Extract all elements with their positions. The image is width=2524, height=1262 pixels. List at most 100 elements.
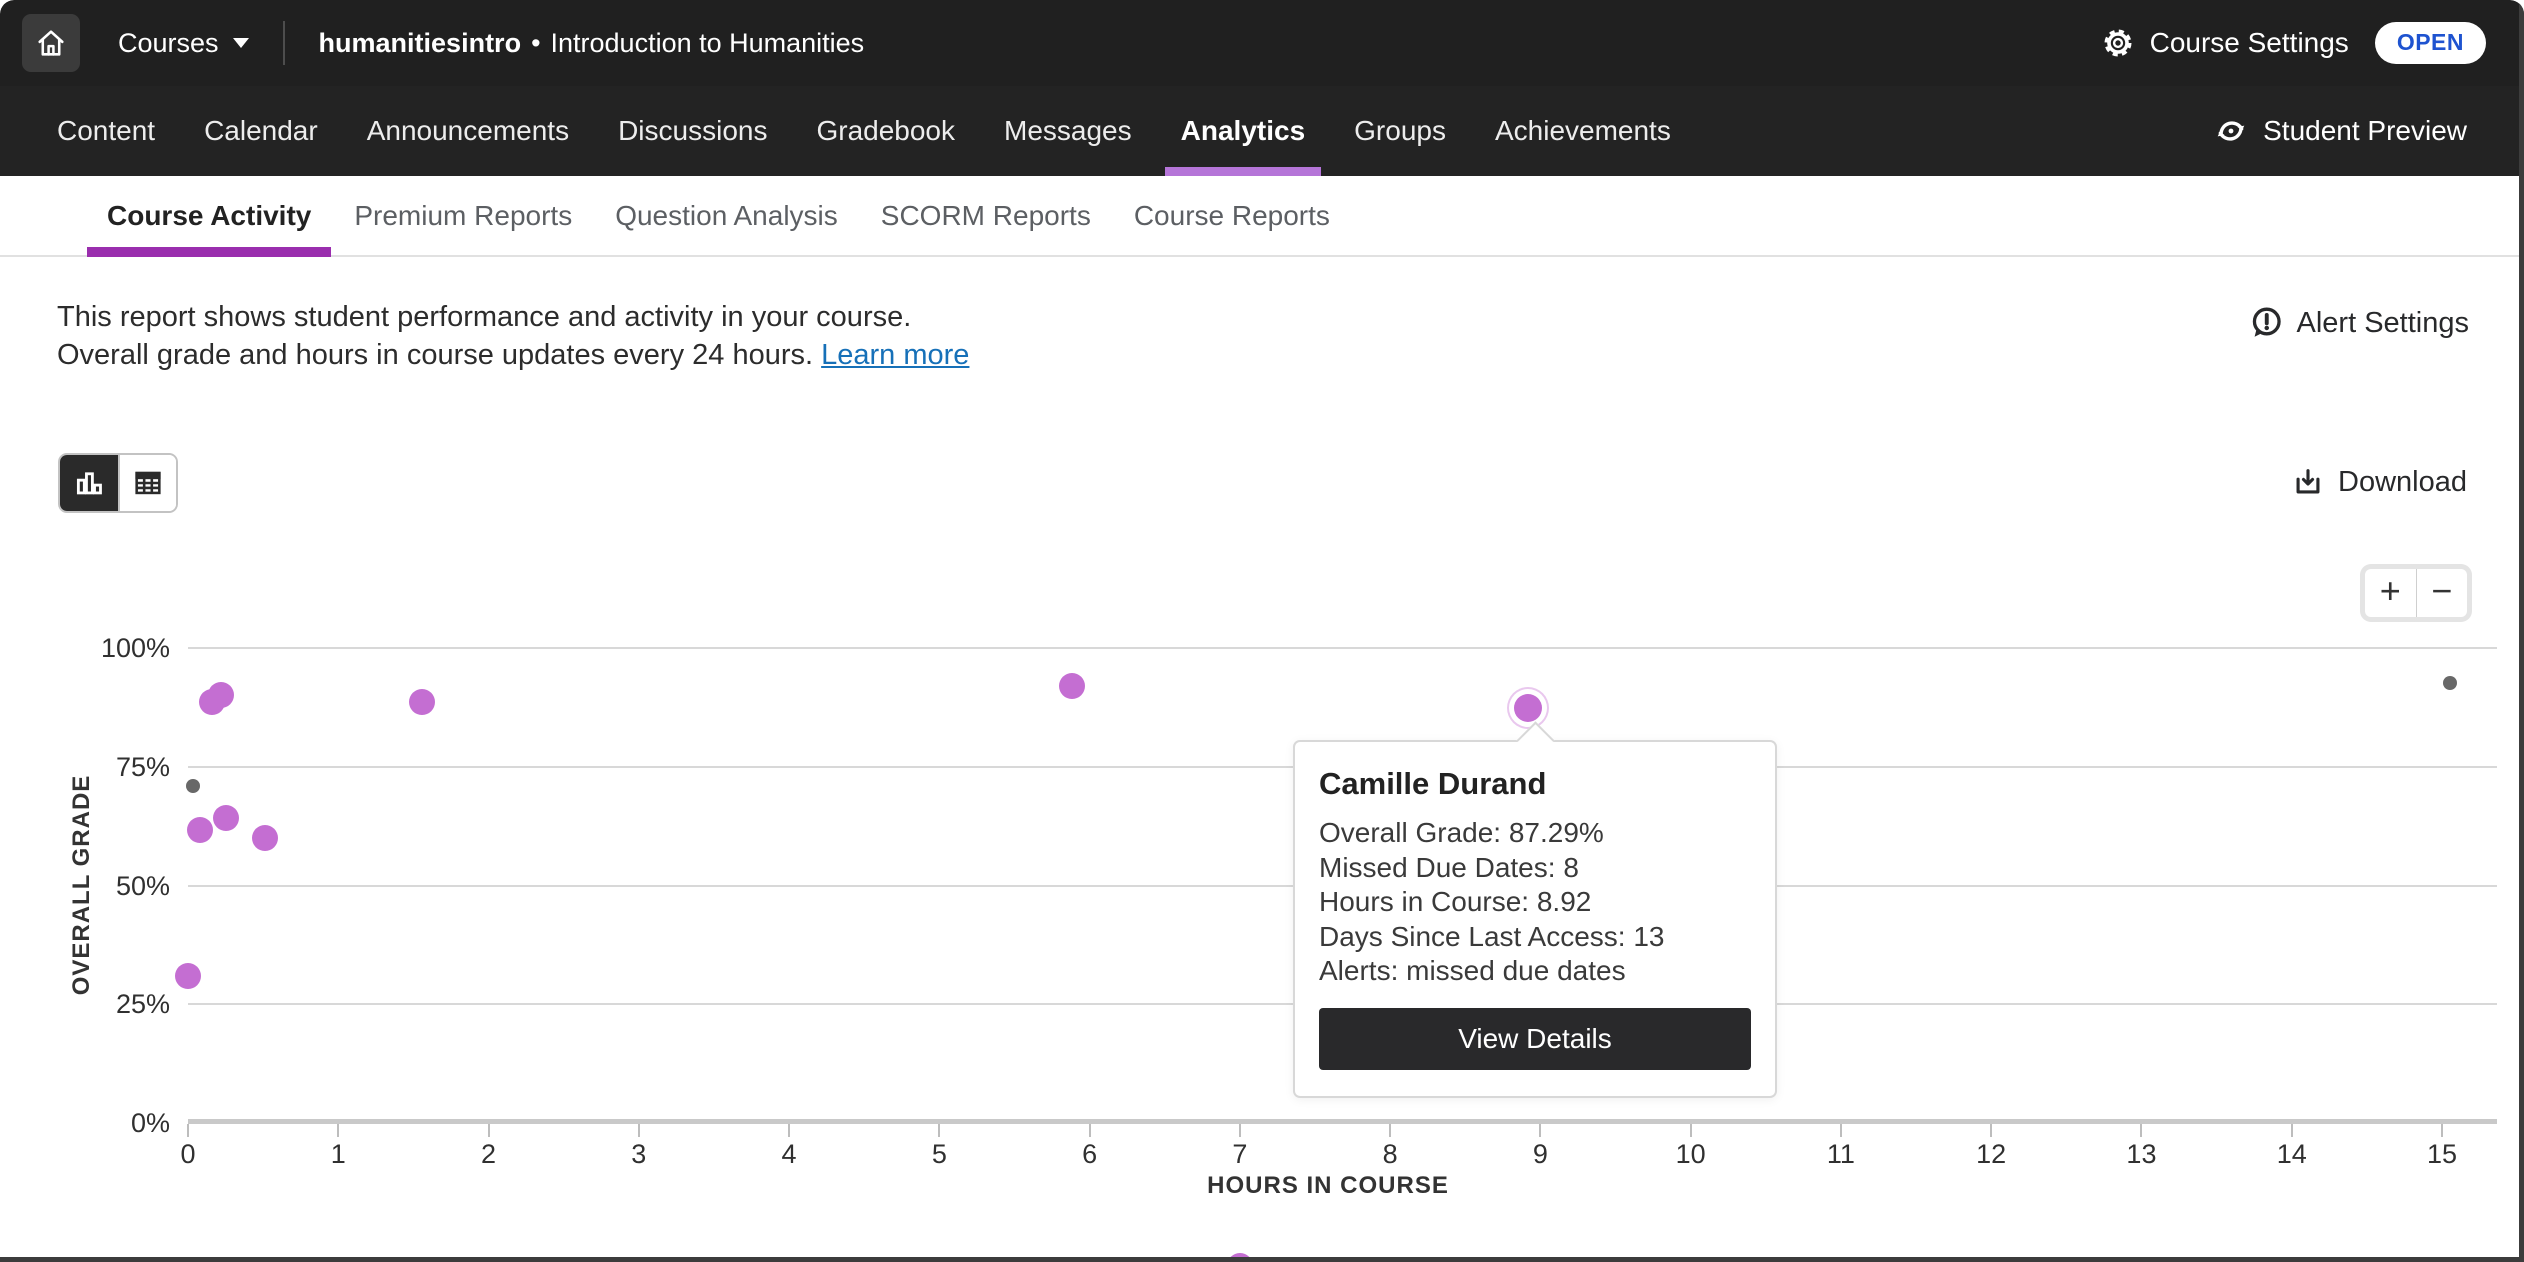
subtab-question-analysis[interactable]: Question Analysis xyxy=(615,176,838,255)
x-tick-label: 12 xyxy=(1956,1139,2026,1170)
data-point[interactable] xyxy=(175,963,201,989)
nav-tab-achievements[interactable]: Achievements xyxy=(1495,86,1671,176)
y-tick-label: 100% xyxy=(0,632,170,664)
course-settings-label: Course Settings xyxy=(2150,27,2349,59)
x-tick-mark xyxy=(1089,1124,1091,1137)
tooltip-line: Days Since Last Access: 13 xyxy=(1319,920,1751,955)
data-point-muted[interactable] xyxy=(2443,676,2457,690)
x-tick-mark xyxy=(488,1124,490,1137)
course-settings-button[interactable]: Course Settings xyxy=(2100,25,2349,61)
x-tick-label: 11 xyxy=(1806,1139,1876,1170)
y-tick-label: 0% xyxy=(0,1107,170,1139)
nav-tab-calendar[interactable]: Calendar xyxy=(204,86,318,176)
x-tick-mark xyxy=(1990,1124,1992,1137)
x-tick-mark xyxy=(788,1124,790,1137)
report-info-line1: This report shows student performance an… xyxy=(57,298,2467,336)
x-tick-mark xyxy=(1239,1124,1241,1137)
zoom-out-button[interactable]: − xyxy=(2417,569,2468,617)
course-code: humanitiesintro xyxy=(319,28,522,59)
courses-menu-button[interactable]: Courses xyxy=(118,28,249,59)
nav-tab-content[interactable]: Content xyxy=(57,86,155,176)
bar-chart-icon xyxy=(72,466,106,500)
chart-view-toggle-button[interactable] xyxy=(60,455,118,511)
view-details-button[interactable]: View Details xyxy=(1319,1008,1751,1070)
x-tick-mark xyxy=(1840,1124,1842,1137)
analytics-subtabs-row: Course Activity Premium Reports Question A… xyxy=(0,176,2524,257)
x-tick-label: 14 xyxy=(2257,1139,2327,1170)
window-right-edge xyxy=(2519,0,2524,1262)
data-point[interactable] xyxy=(208,682,234,708)
tooltip-details: Overall Grade: 87.29%Missed Due Dates: 8… xyxy=(1319,816,1751,989)
gridline xyxy=(188,647,2497,649)
y-axis-title: OVERALL GRADE xyxy=(68,775,96,996)
y-tick-label: 25% xyxy=(0,988,170,1020)
home-button[interactable] xyxy=(22,14,80,72)
student-preview-refresh-icon xyxy=(2214,114,2248,148)
learn-more-link[interactable]: Learn more xyxy=(821,339,969,371)
tooltip-caret xyxy=(1516,721,1554,759)
home-icon xyxy=(34,26,68,60)
x-tick-label: 1 xyxy=(303,1139,373,1170)
student-preview-label: Student Preview xyxy=(2263,115,2467,147)
nav-tabs: Content Calendar Announcements Discussions G… xyxy=(57,86,1671,176)
download-button[interactable]: Download xyxy=(2291,465,2467,499)
x-tick-mark xyxy=(1389,1124,1391,1137)
y-tick-label: 75% xyxy=(0,751,170,783)
view-toggle-group xyxy=(58,453,178,513)
course-navbar: Content Calendar Announcements Discussions G… xyxy=(0,86,2524,176)
topbar-divider xyxy=(283,21,285,65)
chart-zoom-controls: + − xyxy=(2360,564,2472,622)
tooltip-line: Missed Due Dates: 8 xyxy=(1319,851,1751,886)
data-point[interactable] xyxy=(213,805,239,831)
gear-icon xyxy=(2100,25,2136,61)
table-view-toggle-button[interactable] xyxy=(118,455,176,511)
x-tick-label: 4 xyxy=(754,1139,824,1170)
data-point[interactable] xyxy=(1059,673,1085,699)
x-tick-mark xyxy=(1539,1124,1541,1137)
courses-menu-label: Courses xyxy=(118,28,219,59)
x-tick-mark xyxy=(1690,1124,1692,1137)
nav-tab-announcements[interactable]: Announcements xyxy=(367,86,569,176)
x-tick-label: 0 xyxy=(153,1139,223,1170)
course-title: humanitiesintro • Introduction to Humani… xyxy=(319,28,865,59)
x-tick-mark xyxy=(2140,1124,2142,1137)
alert-settings-button[interactable]: Alert Settings xyxy=(2248,305,2469,341)
course-title-text: Introduction to Humanities xyxy=(551,28,865,59)
x-tick-label: 15 xyxy=(2407,1139,2477,1170)
data-point[interactable] xyxy=(187,817,213,843)
x-tick-mark xyxy=(938,1124,940,1137)
y-tick-label: 50% xyxy=(0,870,170,902)
subtab-course-reports[interactable]: Course Reports xyxy=(1134,176,1330,255)
x-tick-mark xyxy=(638,1124,640,1137)
x-tick-label: 7 xyxy=(1205,1139,1275,1170)
x-tick-label: 5 xyxy=(904,1139,974,1170)
nav-tab-analytics[interactable]: Analytics xyxy=(1181,86,1306,176)
nav-tab-discussions[interactable]: Discussions xyxy=(618,86,767,176)
tooltip-line: Alerts: missed due dates xyxy=(1319,954,1751,989)
subtab-premium-reports[interactable]: Premium Reports xyxy=(354,176,572,255)
chevron-down-icon xyxy=(233,38,249,48)
student-preview-button[interactable]: Student Preview xyxy=(2214,86,2467,176)
subtab-course-activity[interactable]: Course Activity xyxy=(107,176,311,255)
data-point[interactable] xyxy=(252,825,278,851)
subtab-scorm-reports[interactable]: SCORM Reports xyxy=(881,176,1091,255)
alert-icon xyxy=(2248,305,2284,341)
x-tick-label: 3 xyxy=(604,1139,674,1170)
report-info: This report shows student performance an… xyxy=(0,257,2524,374)
data-point-highlighted[interactable] xyxy=(1514,694,1542,722)
x-tick-label: 10 xyxy=(1656,1139,1726,1170)
x-tick-label: 2 xyxy=(454,1139,524,1170)
nav-tab-messages[interactable]: Messages xyxy=(1004,86,1132,176)
page: Courses humanitiesintro • Introduction t… xyxy=(0,0,2524,1262)
zoom-in-button[interactable]: + xyxy=(2365,569,2417,617)
data-point[interactable] xyxy=(409,689,435,715)
data-point-muted[interactable] xyxy=(186,779,200,793)
x-axis-title: HOURS IN COURSE xyxy=(188,1172,2468,1200)
x-tick-mark xyxy=(337,1124,339,1137)
data-point-tooltip: Camille Durand Overall Grade: 87.29%Miss… xyxy=(1293,740,1777,1098)
x-axis-line xyxy=(188,1119,2497,1124)
nav-tab-groups[interactable]: Groups xyxy=(1354,86,1446,176)
x-tick-mark xyxy=(187,1124,189,1137)
nav-tab-gradebook[interactable]: Gradebook xyxy=(816,86,955,176)
x-tick-label: 13 xyxy=(2106,1139,2176,1170)
